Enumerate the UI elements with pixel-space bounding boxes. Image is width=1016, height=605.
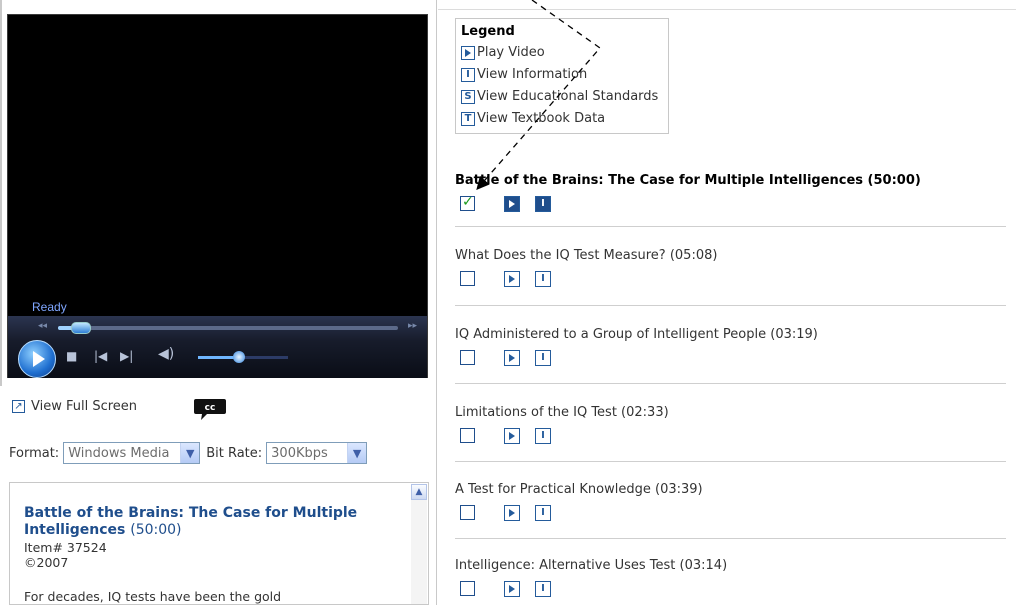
bitrate-select[interactable]: 300Kbps ▼ [266,442,368,464]
clip-item: Intelligence: Alternative Uses Test (03:… [455,558,1016,597]
item-number: Item# 37524 [24,540,107,555]
play-video-button[interactable] [504,505,520,521]
clip-item: Limitations of the IQ Test (02:33) I [455,405,1016,444]
play-video-button[interactable] [504,271,520,287]
clip-checkbox[interactable] [460,428,475,443]
clip-item: IQ Administered to a Group of Intelligen… [455,327,1016,366]
player-status: Ready [32,300,67,314]
copyright: ©2007 [24,555,69,570]
clip-divider [455,226,1006,227]
clip-divider [455,305,1006,306]
info-duration: (50:00) [130,522,182,538]
speaker-icon[interactable]: ◀) [158,347,174,361]
view-info-button[interactable]: I [535,271,551,287]
clip-title: What Does the IQ Test Measure? (05:08) [455,248,718,263]
view-info-button[interactable]: I [535,428,551,444]
legend-title: Legend [461,24,515,39]
info-title[interactable]: Battle of the Brains: The Case for Multi… [24,505,394,539]
format-label: Format: [9,445,60,461]
chevron-down-icon: ▼ [180,443,200,463]
clip-checkbox[interactable] [460,581,475,596]
play-video-button[interactable] [504,350,520,366]
format-row: Format: Windows Media ▼ Bit Rate: 300Kbp… [9,442,373,464]
chevron-down-icon: ▼ [347,443,367,463]
view-info-button[interactable]: I [535,196,551,212]
play-button[interactable] [18,340,56,378]
legend-item-play: Play Video [461,45,545,60]
external-link-icon: ↗ [12,400,25,413]
format-select[interactable]: Windows Media ▼ [63,442,201,464]
clip-checkbox[interactable] [460,271,475,286]
clip-item: A Test for Practical Knowledge (03:39) I [455,482,1016,521]
next-icon[interactable]: ▶| [120,350,133,362]
legend-label: View Information [477,67,588,82]
clip-title: Battle of the Brains: The Case for Multi… [455,173,921,188]
play-video-button[interactable] [504,428,520,444]
view-full-screen-link[interactable]: ↗ View Full Screen [12,399,137,414]
seek-thumb[interactable] [71,322,91,334]
format-value: Windows Media [68,445,170,461]
clip-title: IQ Administered to a Group of Intelligen… [455,327,818,342]
view-info-button[interactable]: I [535,350,551,366]
legend-label: View Textbook Data [477,111,606,126]
clip-divider [455,461,1006,462]
top-divider [438,9,1016,10]
legend-item-textbook: T View Textbook Data [461,111,605,126]
closed-captions-icon[interactable]: cc [193,397,227,421]
view-info-button[interactable]: I [535,505,551,521]
legend-label: Play Video [477,45,545,60]
description: For decades, IQ tests have been the gold [24,589,282,604]
volume-thumb[interactable] [233,351,245,363]
clip-divider [455,538,1006,539]
standards-icon: S [461,89,475,104]
legend-label: View Educational Standards [477,89,659,104]
svg-text:cc: cc [205,403,216,413]
legend-box: Legend Play Video I View Information S V… [455,18,669,134]
clip-title: A Test for Practical Knowledge (03:39) [455,482,703,497]
legend-item-info: I View Information [461,67,587,82]
play-video-button[interactable] [504,581,520,597]
clip-title: Intelligence: Alternative Uses Test (03:… [455,558,728,573]
previous-icon[interactable]: |◀ [94,350,107,362]
player-controls: ◂◂ ▸▸ ■ |◀ ▶| ◀) [8,316,427,378]
stop-icon[interactable]: ■ [66,350,77,362]
clip-checkbox[interactable] [460,194,475,211]
fast-forward-icon[interactable]: ▸▸ [408,321,417,331]
video-info-panel: ▲ Battle of the Brains: The Case for Mul… [9,482,429,605]
view-full-screen-label: View Full Screen [31,399,138,414]
scroll-up-icon[interactable]: ▲ [411,484,427,500]
clip-checkbox[interactable] [460,505,475,520]
left-border [0,0,2,386]
info-title-text: Battle of the Brains: The Case for Multi… [24,505,358,538]
clip-item: Battle of the Brains: The Case for Multi… [455,173,1016,212]
clip-title: Limitations of the IQ Test (02:33) [455,405,669,420]
clip-checkbox[interactable] [460,350,475,365]
play-video-button[interactable] [504,196,520,212]
bitrate-label: Bit Rate: [206,445,263,461]
rewind-icon[interactable]: ◂◂ [38,321,47,331]
seek-bar[interactable] [58,326,398,330]
clip-divider [455,383,1006,384]
play-video-icon [461,45,475,60]
view-info-button[interactable]: I [535,581,551,597]
info-icon: I [461,67,475,82]
textbook-icon: T [461,111,475,126]
bitrate-value: 300Kbps [271,445,328,461]
legend-item-standards: S View Educational Standards [461,89,658,104]
clip-item: What Does the IQ Test Measure? (05:08) I [455,248,1016,287]
column-divider [436,0,437,605]
scrollbar[interactable]: ▲ [411,484,427,604]
